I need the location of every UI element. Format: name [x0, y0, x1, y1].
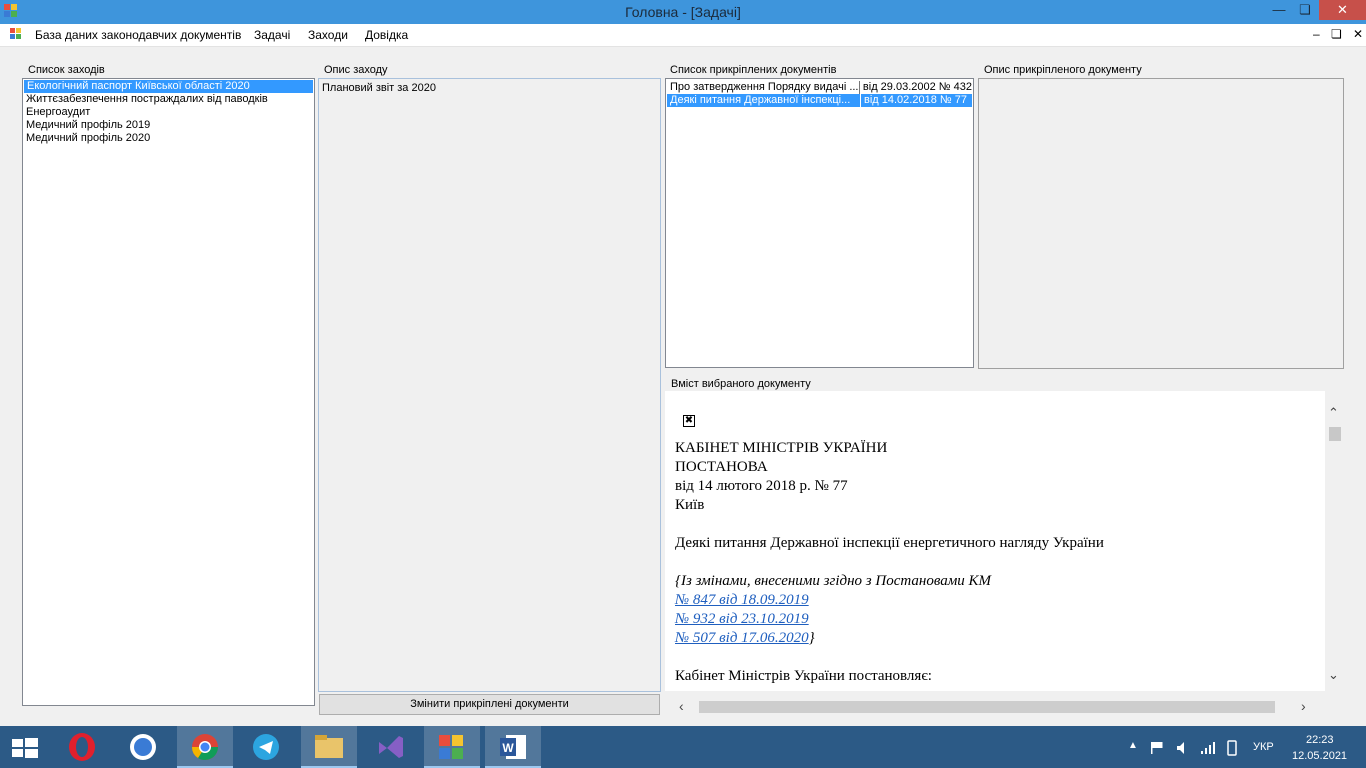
list-item[interactable]: Життєзабезпечення постраждалих від павод…: [23, 93, 314, 106]
close-button[interactable]: ✕: [1319, 0, 1366, 20]
scroll-left-icon[interactable]: ‹: [679, 698, 684, 714]
scroll-right-icon[interactable]: ›: [1301, 698, 1306, 714]
doc-vertical-scrollbar[interactable]: ⌃ ⌄: [1325, 391, 1342, 691]
measure-desc-text: Плановий звіт за 2020: [322, 82, 436, 94]
doc-content-label: Вміст вибраного документу: [671, 378, 811, 390]
change-attached-docs-button[interactable]: Змінити прикріплені документи: [319, 694, 660, 715]
doc-kind: ПОСТАНОВА: [675, 459, 768, 475]
measures-label: Список заходів: [28, 64, 105, 76]
taskbar-visual-studio[interactable]: [362, 726, 418, 768]
doc-ref-cell: від 14.02.2018 № 77: [860, 94, 967, 107]
doc-amend-close: }: [808, 630, 815, 646]
attached-docs-label: Список прикріплених документів: [670, 64, 837, 76]
window-titlebar: Головна - [Задачі] — ❏ ✕: [0, 0, 1366, 24]
language-indicator[interactable]: УКР: [1253, 741, 1274, 753]
word-icon: W: [500, 735, 526, 759]
taskbar-chrome[interactable]: [177, 726, 233, 768]
taskbar-app-blue[interactable]: [115, 726, 171, 768]
doc-ref-cell: від 29.03.2002 № 432: [858, 81, 972, 94]
broken-image-icon: ✖: [683, 415, 695, 427]
doc-horizontal-scrollbar[interactable]: ‹ ›: [665, 697, 1325, 717]
clock-date[interactable]: 12.05.2021: [1292, 750, 1347, 762]
doc-content-viewer[interactable]: ✖ КАБІНЕТ МІНІСТРІВ УКРАЇНИ ПОСТАНОВА ві…: [665, 391, 1325, 691]
windows-start-icon[interactable]: [12, 738, 38, 758]
visual-studio-icon: [379, 736, 403, 758]
folder-icon: [315, 735, 343, 758]
menu-help[interactable]: Довідка: [365, 28, 408, 42]
taskbar-telegram[interactable]: [238, 726, 294, 768]
app-icon: [439, 735, 463, 759]
doc-city: Київ: [675, 497, 705, 513]
doc-org: КАБІНЕТ МІНІСТРІВ УКРАЇНИ: [675, 440, 888, 456]
telegram-icon: [253, 734, 279, 760]
menu-bar: База даних законодавчих документів Задач…: [0, 24, 1366, 47]
doc-date: від 14 лютого 2018 р. № 77: [675, 478, 848, 494]
volume-icon[interactable]: [1176, 741, 1190, 755]
table-row[interactable]: Деякі питання Державної інспекці... від …: [667, 94, 972, 107]
menu-measures[interactable]: Заходи: [308, 28, 348, 42]
mdi-child-icon[interactable]: [10, 28, 22, 40]
scroll-thumb[interactable]: [1329, 427, 1341, 441]
taskbar-word[interactable]: W: [485, 726, 541, 768]
taskbar-opera[interactable]: [54, 726, 110, 768]
taskbar-current-app[interactable]: [424, 726, 480, 768]
doc-amend-link-1[interactable]: № 847 від 18.09.2019: [675, 592, 809, 609]
doc-title-cell: Деякі питання Державної інспекці...: [670, 94, 851, 106]
network-icon[interactable]: [1225, 740, 1239, 756]
mdi-minimize-button[interactable]: –: [1313, 27, 1320, 41]
menu-tasks[interactable]: Задачі: [254, 28, 290, 42]
measure-desc-label: Опис заходу: [324, 64, 388, 76]
list-item[interactable]: Медичний профіль 2019: [23, 119, 314, 132]
scroll-up-icon[interactable]: ⌃: [1328, 405, 1339, 421]
list-item[interactable]: Медичний профіль 2020: [23, 132, 314, 145]
list-item[interactable]: Енергоаудит: [23, 106, 314, 119]
doc-amend-link-2[interactable]: № 932 від 23.10.2019: [675, 611, 809, 628]
mdi-restore-button[interactable]: ❏: [1331, 27, 1342, 41]
list-item[interactable]: Екологічний паспорт Київської області 20…: [24, 80, 313, 93]
attached-desc-textbox[interactable]: [978, 78, 1344, 369]
scroll-down-icon[interactable]: ⌄: [1328, 667, 1339, 683]
taskbar: W ▲ УКР 22:23 12.05.2021: [0, 726, 1366, 768]
opera-icon: [69, 733, 95, 761]
menu-legal-database[interactable]: База даних законодавчих документів: [35, 28, 241, 42]
doc-amend-link-3[interactable]: № 507 від 17.06.2020: [675, 630, 809, 646]
chrome-icon: [191, 734, 219, 761]
clock-time[interactable]: 22:23: [1306, 734, 1334, 746]
window-title: Головна - [Задачі]: [625, 4, 741, 20]
table-row[interactable]: Про затвердження Порядку видачі ... від …: [667, 81, 972, 94]
attached-docs-listview[interactable]: Про затвердження Порядку видачі ... від …: [665, 78, 974, 368]
tray-expand-icon[interactable]: ▲: [1128, 740, 1138, 751]
minimize-button[interactable]: —: [1266, 0, 1292, 20]
flag-icon[interactable]: [1150, 741, 1164, 755]
attached-desc-label: Опис прикріпленого документу: [984, 64, 1142, 76]
restore-button[interactable]: ❏: [1292, 0, 1318, 20]
measures-listbox[interactable]: Екологічний паспорт Київської області 20…: [22, 78, 315, 706]
mdi-close-button[interactable]: ✕: [1353, 27, 1363, 41]
signal-icon[interactable]: [1200, 741, 1216, 755]
measure-desc-textbox[interactable]: Плановий звіт за 2020: [318, 78, 661, 692]
doc-amend-intro: {Із змінами, внесеними згідно з Постанов…: [675, 573, 992, 589]
scroll-thumb[interactable]: [699, 701, 1275, 713]
doc-body: Кабінет Міністрів України постановляє:: [675, 668, 932, 684]
doc-heading: Деякі питання Державної інспекції енерге…: [675, 535, 1104, 551]
taskbar-explorer[interactable]: [301, 726, 357, 768]
app-blue-icon: [130, 734, 156, 760]
doc-title-cell: Про затвердження Порядку видачі ...: [670, 81, 859, 93]
svg-text:W: W: [502, 741, 514, 755]
